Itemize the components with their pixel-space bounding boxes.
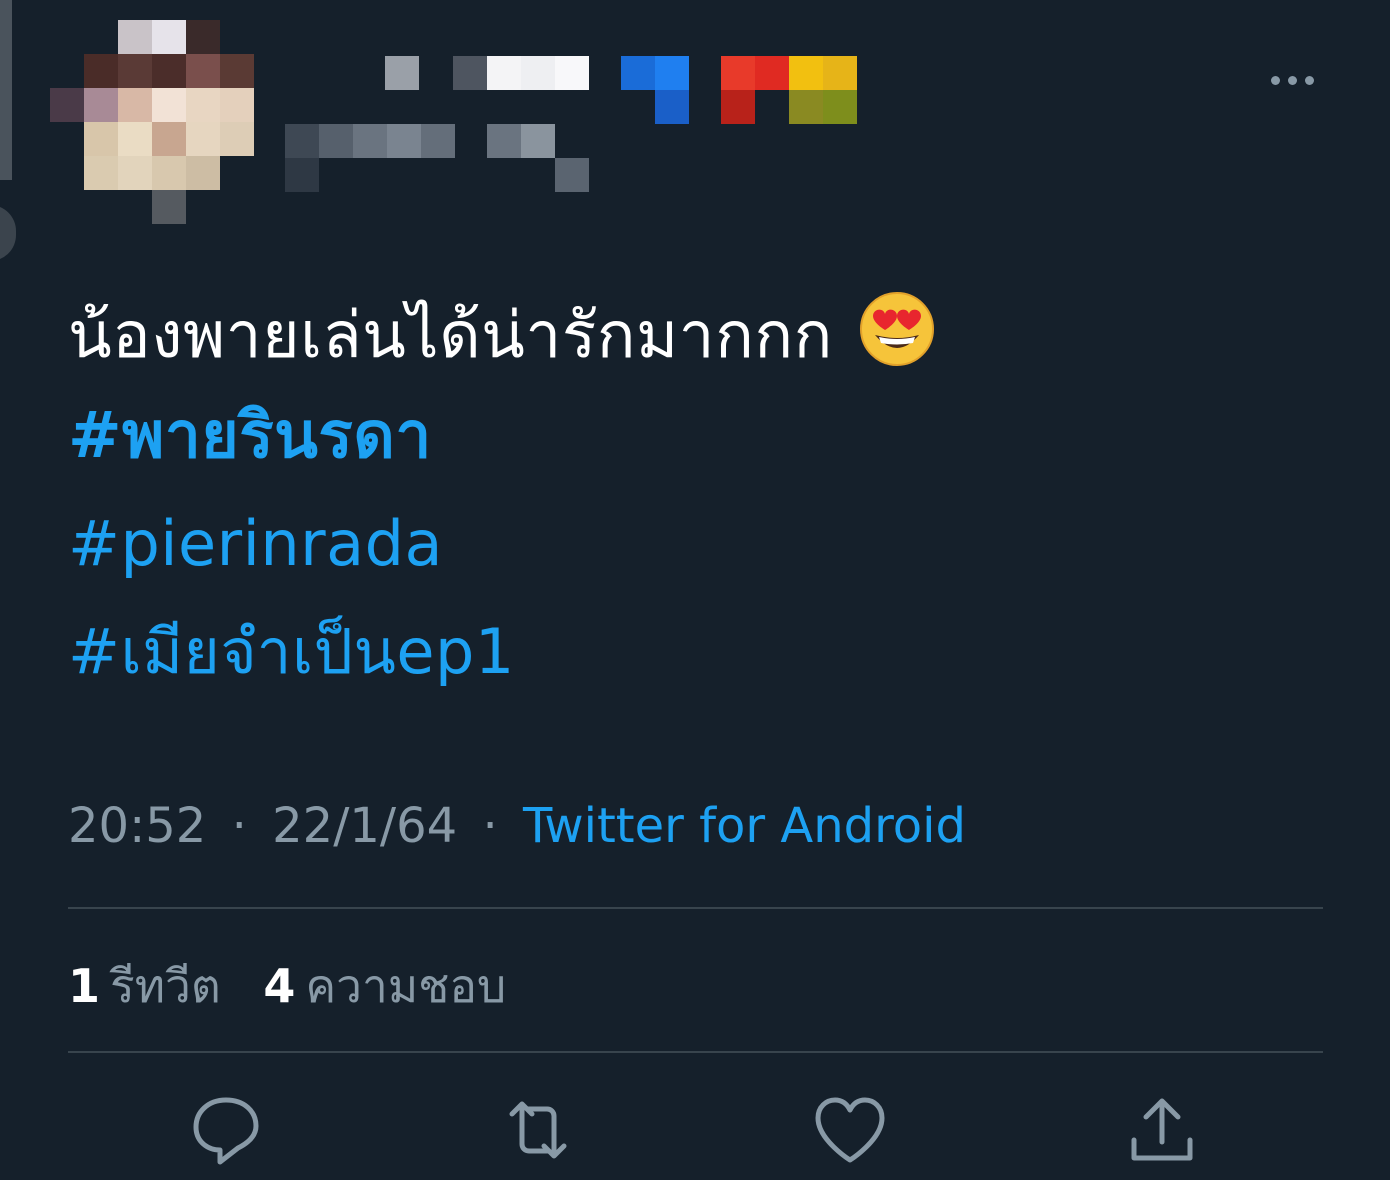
- tweet-date: 22/1/64: [272, 798, 458, 854]
- retweets-stat[interactable]: 1 รีทวีต: [68, 950, 221, 1023]
- scroll-edge-bar: [0, 0, 12, 180]
- more-options-icon[interactable]: [1262, 62, 1322, 98]
- tweet-source-link[interactable]: Twitter for Android: [523, 798, 966, 854]
- likes-label: ความชอบ: [305, 959, 507, 1013]
- tweet-meta: 20:52 · 22/1/64 · Twitter for Android: [68, 798, 966, 854]
- tweet-body: น้องพายเล่นได้น่ารักมากกก #พายรินรดา #pi…: [68, 290, 1318, 706]
- share-icon[interactable]: [1122, 1090, 1202, 1170]
- likes-stat[interactable]: 4 ความชอบ: [263, 950, 506, 1023]
- avatar[interactable]: [50, 20, 254, 224]
- tweet-text: น้องพายเล่นได้น่ารักมากกก: [68, 299, 833, 373]
- action-bar: [0, 1090, 1390, 1170]
- divider: [68, 907, 1323, 909]
- tweet-detail: น้องพายเล่นได้น่ารักมากกก #พายรินรดา #pi…: [0, 0, 1390, 1180]
- reply-icon[interactable]: [186, 1090, 266, 1170]
- tweet-time: 20:52: [68, 798, 207, 854]
- heart-icon[interactable]: [810, 1090, 890, 1170]
- retweets-label: รีทวีต: [110, 959, 221, 1013]
- retweet-icon[interactable]: [498, 1090, 578, 1170]
- edge-tab: [0, 205, 16, 261]
- retweets-count: 1: [68, 959, 101, 1013]
- tweet-stats: 1 รีทวีต 4 ความชอบ: [68, 950, 534, 1023]
- author-name-pixelated[interactable]: [285, 20, 885, 200]
- likes-count: 4: [263, 959, 296, 1013]
- divider: [68, 1051, 1323, 1053]
- hashtag-link[interactable]: #พายรินรดา: [68, 382, 1318, 490]
- hashtag-link[interactable]: #เมียจำเป็นep1: [68, 598, 1318, 706]
- hashtag-link[interactable]: #pierinrada: [68, 490, 1318, 598]
- meta-separator: ·: [482, 798, 498, 854]
- tweet-text-line: น้องพายเล่นได้น่ารักมากกก: [68, 290, 1318, 382]
- meta-separator: ·: [231, 798, 247, 854]
- heart-eyes-emoji-icon: [859, 292, 934, 366]
